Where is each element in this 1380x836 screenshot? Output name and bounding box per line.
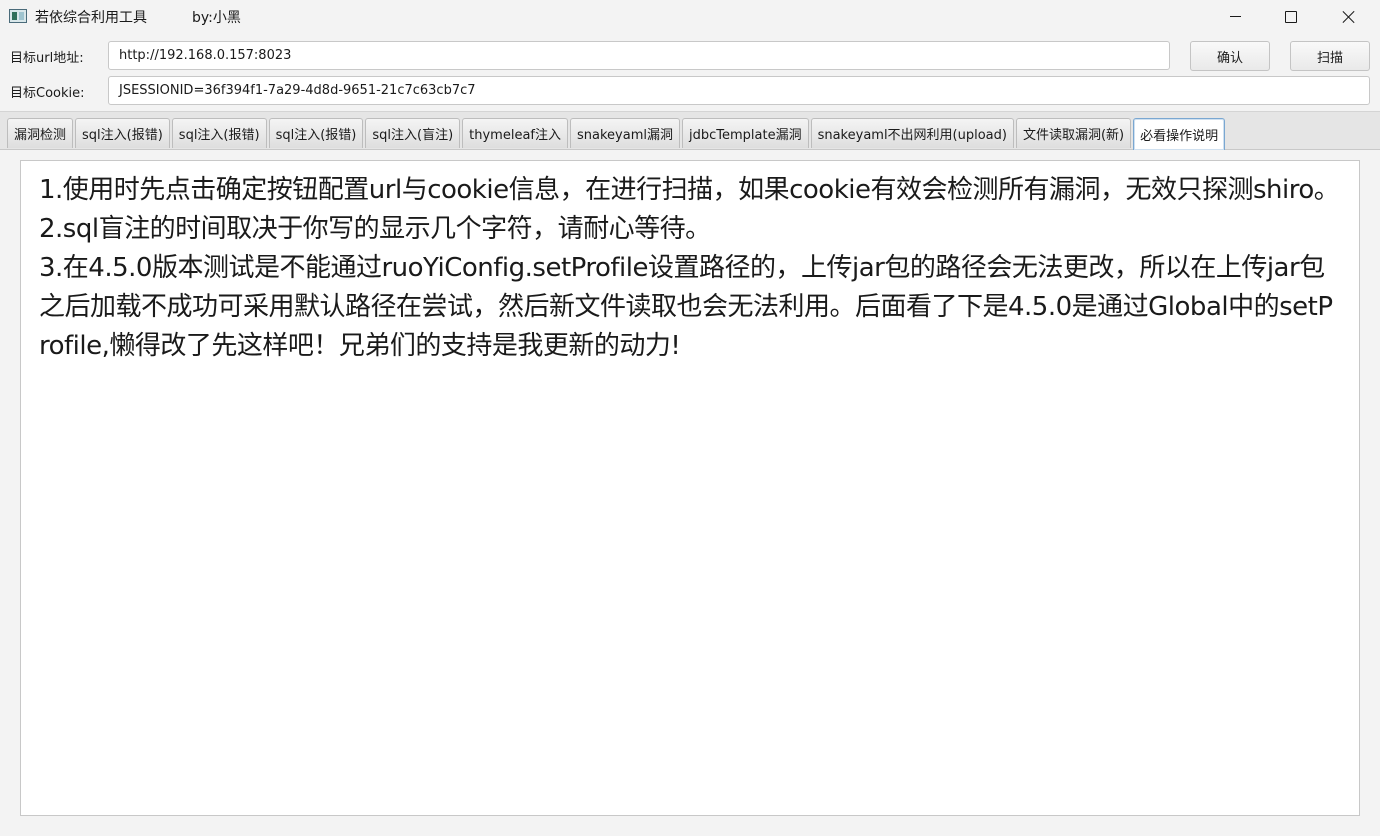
- window-title: 若依综合利用工具: [35, 10, 147, 26]
- title-bar: 若依综合利用工具 by:小黑: [0, 0, 1380, 33]
- tab-snakeyaml-upload[interactable]: snakeyaml不出网利用(upload): [810, 118, 1014, 148]
- instruction-line-1: 1.使用时先点击确定按钮配置url与cookie信息，在进行扫描，如果cooki…: [39, 175, 1340, 205]
- tab-bar: 漏洞检测 sql注入(报错) sql注入(报错) sql注入(报错) sql注入…: [7, 118, 1226, 150]
- instructions-text: 1.使用时先点击确定按钮配置url与cookie信息，在进行扫描，如果cooki…: [39, 171, 1341, 366]
- tab-snakeyaml[interactable]: snakeyaml漏洞: [570, 118, 680, 148]
- minimize-icon: [1229, 16, 1241, 17]
- url-input[interactable]: http://192.168.0.157:8023: [108, 41, 1170, 70]
- scan-button[interactable]: 扫描: [1290, 41, 1370, 71]
- instructions-panel[interactable]: 1.使用时先点击确定按钮配置url与cookie信息，在进行扫描，如果cooki…: [20, 160, 1360, 816]
- maximize-button[interactable]: [1268, 0, 1314, 33]
- instruction-line-3: 3.在4.5.0版本测试是不能通过ruoYiConfig.setProfile设…: [39, 253, 1333, 361]
- window-author: by:小黑: [192, 10, 241, 26]
- maximize-icon: [1285, 10, 1297, 23]
- instruction-line-2: 2.sql盲注的时间取决于你写的显示几个字符，请耐心等待。: [39, 214, 711, 244]
- url-label: 目标url地址:: [10, 51, 84, 66]
- close-icon: [1342, 10, 1356, 24]
- confirm-button[interactable]: 确认: [1190, 41, 1270, 71]
- tab-sqli-error-2[interactable]: sql注入(报错): [171, 118, 267, 148]
- cookie-label: 目标Cookie:: [10, 86, 85, 101]
- tab-thymeleaf[interactable]: thymeleaf注入: [462, 118, 568, 148]
- tab-sqli-error-3[interactable]: sql注入(报错): [268, 118, 364, 148]
- tab-sqli-blind[interactable]: sql注入(盲注): [365, 118, 461, 148]
- tab-sqli-error-1[interactable]: sql注入(报错): [75, 118, 170, 148]
- close-button[interactable]: [1326, 0, 1372, 33]
- tab-jdbctemplate[interactable]: jdbcTemplate漏洞: [681, 118, 809, 148]
- tab-instructions[interactable]: 必看操作说明: [1133, 118, 1226, 150]
- minimize-button[interactable]: [1212, 0, 1258, 33]
- cookie-input[interactable]: JSESSIONID=36f394f1-7a29-4d8d-9651-21c7c…: [108, 76, 1370, 105]
- tab-file-read[interactable]: 文件读取漏洞(新): [1015, 118, 1132, 148]
- app-icon: [9, 9, 27, 23]
- tab-vuln-detect[interactable]: 漏洞检测: [7, 118, 74, 148]
